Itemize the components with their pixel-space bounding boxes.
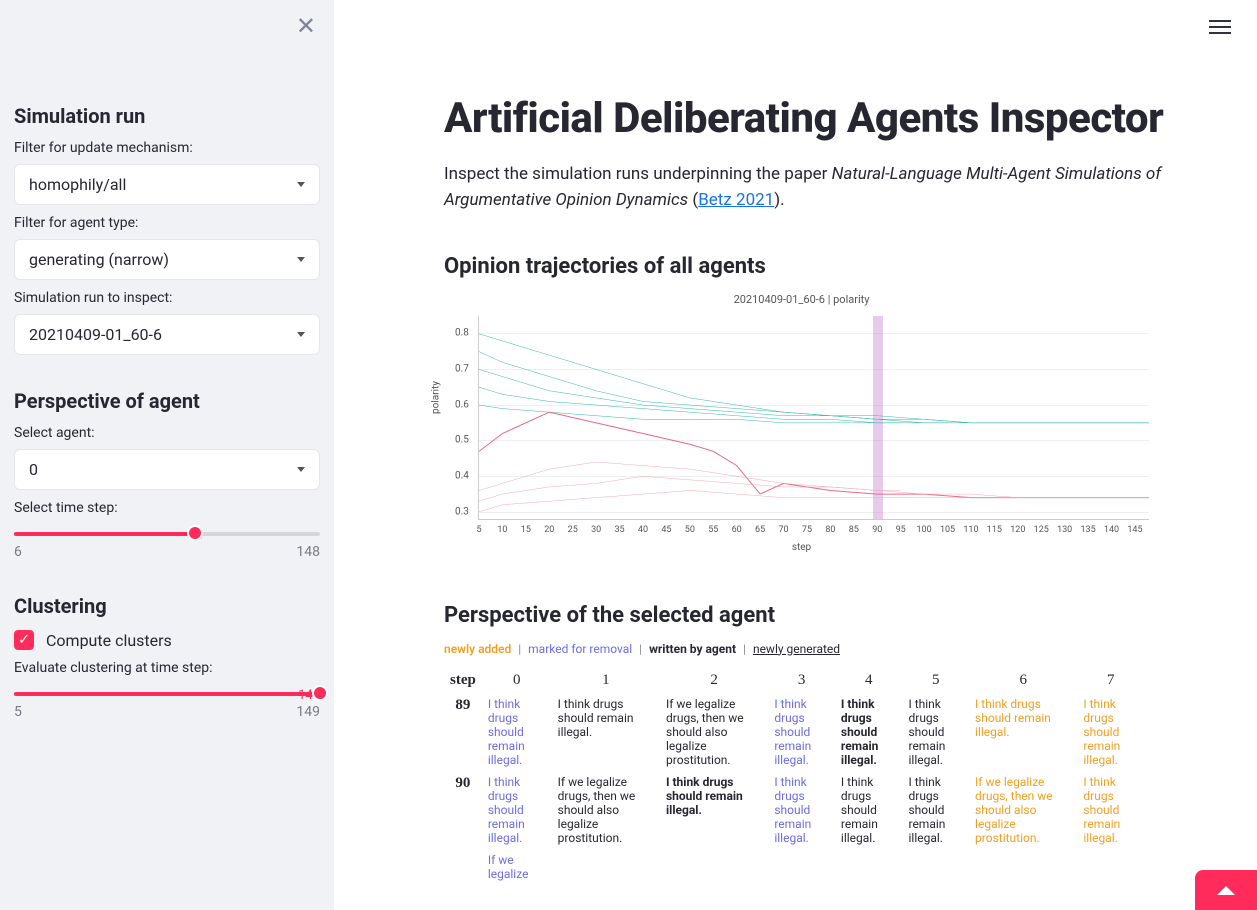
table-row: 89I think drugs should remain illegal.I … (444, 693, 1144, 771)
opinion-trajectories-chart: 20210409-01_60-6 | polarity polarity 0.3… (454, 293, 1149, 553)
select-agent-label: Select agent: (14, 425, 320, 441)
opinion-cell: I think drugs should remain illegal. (660, 771, 768, 849)
eval-cluster-max: 149 (296, 704, 320, 720)
time-step-slider[interactable]: 90 6 148 (14, 532, 320, 560)
opinion-cell (902, 849, 969, 885)
opinion-table: step01234567 89I think drugs should rema… (444, 668, 1144, 885)
opinion-cell: If we legalize drugs, then we should als… (660, 693, 768, 771)
opinion-cell: If we legalize (482, 849, 552, 885)
opinion-cell: I think drugs should remain illegal. (768, 693, 835, 771)
time-step-max: 148 (296, 544, 320, 560)
opinion-cell: I think drugs should remain illegal. (482, 693, 552, 771)
col-header: 0 (482, 668, 552, 693)
opinion-cell: If we legalize drugs, then we should als… (552, 771, 660, 849)
chart-ylabel: polarity (431, 381, 442, 414)
trajectories-heading: Opinion trajectories of all agents (444, 254, 1209, 279)
table-row: If we legalize (444, 849, 1144, 885)
sidebar: ✕ Simulation run Filter for update mecha… (0, 0, 334, 910)
opinion-cell: I think drugs should remain illegal. (835, 693, 903, 771)
compute-clusters-label: Compute clusters (46, 631, 172, 650)
run-select-label: Simulation run to inspect: (14, 290, 320, 306)
filter-mechanism-select[interactable]: homophily/all (14, 164, 320, 205)
chevron-down-icon (297, 257, 305, 262)
run-value: 20210409-01_60-6 (29, 325, 162, 344)
select-agent-value: 0 (29, 460, 38, 479)
opinion-cell: I think drugs should remain illegal. (969, 693, 1077, 771)
legend-marked-removal: marked for removal (528, 642, 632, 656)
legend-newly-generated: newly generated (753, 642, 840, 656)
streamlit-badge[interactable] (1195, 870, 1257, 910)
filter-agent-type-value: generating (narrow) (29, 250, 169, 269)
step-header: step (444, 668, 482, 693)
perspective-heading: Perspective of the selected agent (444, 603, 1209, 628)
main-content: Artificial Deliberating Agents Inspector… (334, 0, 1257, 910)
col-header: 6 (969, 668, 1077, 693)
col-header: 1 (552, 668, 660, 693)
chevron-down-icon (297, 182, 305, 187)
opinion-cell: I think drugs should remain illegal. (1077, 771, 1144, 849)
opinion-cell: If we legalize drugs, then we should als… (969, 771, 1077, 849)
opinion-cell (768, 849, 835, 885)
select-agent[interactable]: 0 (14, 449, 320, 490)
opinion-cell: I think drugs should remain illegal. (482, 771, 552, 849)
table-row: 90I think drugs should remain illegal.If… (444, 771, 1144, 849)
filter-mechanism-value: homophily/all (29, 175, 126, 194)
opinion-cell: I think drugs should remain illegal. (552, 693, 660, 771)
time-step-label: Select time step: (14, 500, 320, 516)
compute-clusters-checkbox[interactable]: ✓ (14, 630, 34, 650)
opinion-cell: I think drugs should remain illegal. (768, 771, 835, 849)
opinion-cell: I think drugs should remain illegal. (1077, 693, 1144, 771)
eval-cluster-slider[interactable]: 149 5 149 (14, 692, 320, 720)
run-select[interactable]: 20210409-01_60-6 (14, 314, 320, 355)
hamburger-icon[interactable] (1209, 16, 1231, 38)
page-title: Artificial Deliberating Agents Inspector (444, 94, 1209, 143)
opinion-cell: I think drugs should remain illegal. (902, 771, 969, 849)
time-step-min: 6 (14, 544, 22, 560)
section-perspective: Perspective of agent (14, 389, 320, 413)
col-header: 7 (1077, 668, 1144, 693)
opinion-cell (660, 849, 768, 885)
legend-newly-added: newly added (444, 642, 511, 656)
close-icon[interactable]: ✕ (296, 14, 316, 38)
legend: newly added | marked for removal | writt… (444, 642, 1209, 656)
opinion-cell: I think drugs should remain illegal. (902, 693, 969, 771)
chevron-down-icon (297, 332, 305, 337)
paper-link[interactable]: Betz 2021 (698, 190, 774, 210)
chart-title: 20210409-01_60-6 | polarity (454, 293, 1149, 306)
filter-agent-type-select[interactable]: generating (narrow) (14, 239, 320, 280)
eval-cluster-min: 5 (14, 704, 22, 720)
section-simulation-run: Simulation run (14, 104, 320, 128)
opinion-cell (552, 849, 660, 885)
chevron-down-icon (297, 467, 305, 472)
col-header: 2 (660, 668, 768, 693)
col-header: 3 (768, 668, 835, 693)
section-clustering: Clustering (14, 594, 320, 618)
legend-written-by-agent: written by agent (649, 642, 736, 656)
eval-cluster-label: Evaluate clustering at time step: (14, 660, 320, 676)
filter-mechanism-label: Filter for update mechanism: (14, 140, 320, 156)
page-subtitle: Inspect the simulation runs underpinning… (444, 161, 1164, 214)
opinion-cell (969, 849, 1077, 885)
col-header: 5 (902, 668, 969, 693)
filter-agent-type-label: Filter for agent type: (14, 215, 320, 231)
opinion-cell (1077, 849, 1144, 885)
opinion-cell: I think drugs should remain illegal. (835, 771, 903, 849)
opinion-cell (835, 849, 903, 885)
chart-xlabel: step (454, 542, 1149, 553)
col-header: 4 (835, 668, 903, 693)
